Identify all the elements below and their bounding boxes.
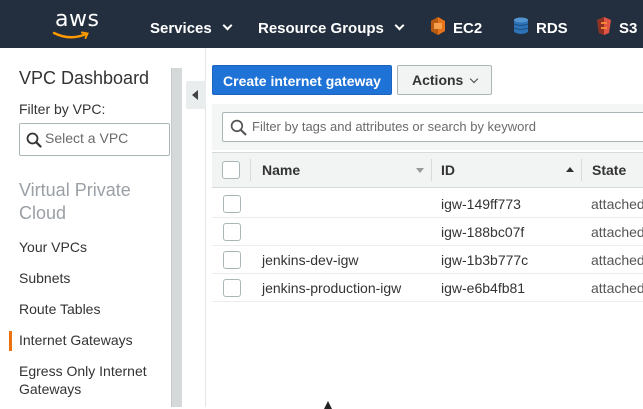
sort-asc-icon[interactable] [566, 167, 574, 172]
sidebar-item-internet-gateways[interactable]: Internet Gateways [19, 331, 169, 349]
services-label: Services [150, 20, 212, 37]
vpc-filter-select[interactable] [19, 123, 170, 156]
vpc-filter-input[interactable] [45, 130, 165, 146]
sort-desc-icon[interactable] [416, 168, 424, 173]
table-row[interactable]: igw-149ff773 attached [212, 190, 643, 218]
resource-groups-menu[interactable]: Resource Groups [258, 0, 405, 48]
ec2-icon [431, 17, 445, 35]
filter-by-vpc-label: Filter by VPC: [19, 101, 106, 117]
chevron-down-icon [470, 74, 479, 84]
sidebar-item-egress-only-internet-gateways[interactable]: Egress Only Internet Gateways [19, 362, 169, 398]
search-box[interactable] [222, 112, 643, 142]
column-header-name[interactable]: Name [262, 153, 300, 187]
row-state: attached [591, 224, 643, 240]
sidebar-item-your-vpcs[interactable]: Your VPCs [19, 238, 169, 256]
table-header: Name ID State [212, 152, 643, 188]
resource-groups-label: Resource Groups [258, 20, 384, 37]
aws-logo-text: aws [55, 7, 100, 32]
aws-logo[interactable]: aws [48, 6, 108, 44]
sidebar-title[interactable]: VPC Dashboard [19, 68, 149, 89]
chevron-down-icon [394, 20, 405, 31]
top-navigation-bar: aws Services Resource Groups EC2 RDS S3 [0, 0, 643, 48]
search-icon [26, 132, 42, 148]
search-icon [230, 119, 247, 136]
row-name: jenkins-dev-igw [262, 252, 359, 268]
row-id: igw-149ff773 [441, 196, 521, 212]
table-row[interactable]: igw-188bc07f attached [212, 218, 643, 246]
search-input[interactable] [252, 119, 632, 134]
pinned-service-ec2[interactable]: EC2 [430, 0, 482, 48]
actions-label: Actions [412, 72, 464, 88]
caret-left-icon [192, 90, 198, 100]
column-separator [581, 159, 582, 181]
table-row[interactable]: jenkins-dev-igw igw-1b3b777c attached [212, 246, 643, 274]
row-checkbox[interactable] [223, 223, 241, 241]
mouse-cursor-icon [324, 401, 332, 409]
create-internet-gateway-button[interactable]: Create internet gateway [212, 65, 392, 95]
pinned-service-label: S3 [619, 20, 638, 37]
select-all-checkbox[interactable] [222, 161, 240, 179]
pinned-service-label: EC2 [453, 20, 483, 37]
row-state: attached [591, 252, 643, 268]
aws-smile-icon [52, 31, 89, 39]
sidebar-item-route-tables[interactable]: Route Tables [19, 300, 169, 318]
chevron-down-icon [222, 20, 233, 31]
row-state: attached [591, 280, 643, 296]
rds-icon [513, 17, 529, 34]
row-checkbox[interactable] [223, 279, 241, 297]
row-state: attached [591, 196, 643, 212]
column-separator [250, 159, 251, 181]
sidebar-item-subnets[interactable]: Subnets [19, 269, 169, 287]
row-checkbox[interactable] [223, 195, 241, 213]
actions-dropdown-button[interactable]: Actions [397, 65, 492, 95]
row-name: jenkins-production-igw [262, 280, 402, 296]
pinned-service-label: RDS [536, 20, 568, 37]
s3-icon [597, 17, 611, 35]
sidebar: VPC Dashboard Filter by VPC: Virtual Pri… [0, 48, 185, 407]
sidebar-scrollbar[interactable] [171, 68, 182, 407]
services-menu[interactable]: Services [150, 0, 233, 48]
column-header-id[interactable]: ID [441, 153, 455, 187]
table-row[interactable]: jenkins-production-igw igw-e6b4fb81 atta… [212, 274, 643, 302]
column-separator [431, 159, 432, 181]
column-header-state[interactable]: State [592, 153, 626, 187]
row-id: igw-1b3b777c [441, 252, 529, 268]
row-checkbox[interactable] [223, 251, 241, 269]
collapse-sidebar-button[interactable] [186, 81, 206, 109]
active-item-indicator [9, 331, 12, 351]
pinned-service-rds[interactable]: RDS [513, 0, 568, 48]
row-id: igw-188bc07f [441, 224, 525, 240]
pinned-service-s3[interactable]: S3 [596, 0, 637, 48]
row-id: igw-e6b4fb81 [441, 280, 526, 296]
sidebar-section-title: Virtual Private Cloud [19, 180, 131, 223]
